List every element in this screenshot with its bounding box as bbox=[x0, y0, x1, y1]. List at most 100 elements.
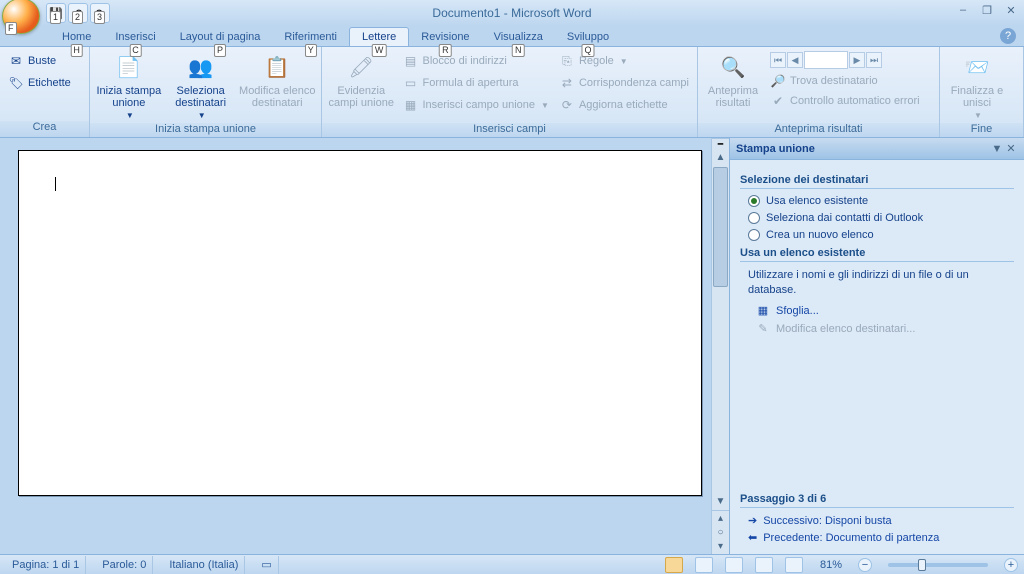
mail-merge-taskpane: Stampa unione ▼ ✕ Selezione dei destinat… bbox=[729, 138, 1024, 554]
scroll-up-button[interactable]: ▲ bbox=[712, 150, 729, 166]
scroll-track[interactable] bbox=[712, 288, 729, 494]
tab-review[interactable]: RevisioneR bbox=[409, 28, 481, 46]
highlight-fields-button[interactable]: 🖍Evidenzia campi unione bbox=[326, 49, 397, 121]
tab-home[interactable]: HomeH bbox=[50, 28, 103, 46]
view-print-layout[interactable] bbox=[665, 557, 683, 573]
keytip: H bbox=[70, 44, 83, 57]
start-mail-merge-button[interactable]: 📄Inizia stampa unione▼ bbox=[94, 49, 164, 121]
tab-mailings[interactable]: LettereW bbox=[349, 27, 409, 46]
find-recipient-button[interactable]: 🔎Trova destinatario bbox=[766, 71, 924, 91]
status-bar: Pagina: 1 di 1 Parole: 0 Italiano (Itali… bbox=[0, 554, 1024, 574]
radio-icon bbox=[748, 229, 760, 241]
browse-object-button[interactable]: ○ bbox=[717, 527, 723, 538]
qat-undo[interactable]: ↶2 bbox=[68, 3, 88, 23]
view-full-screen[interactable] bbox=[695, 557, 713, 573]
radio-outlook-contacts[interactable]: Seleziona dai contatti di Outlook bbox=[748, 212, 1014, 224]
split-box[interactable]: ━ bbox=[712, 138, 729, 150]
minimize-button[interactable]: – bbox=[956, 4, 970, 17]
greeting-line-button[interactable]: ▭Formula di apertura bbox=[399, 73, 553, 93]
text-cursor bbox=[55, 177, 56, 191]
ribbon-tabs: HomeH InserisciC Layout di paginaP Rifer… bbox=[0, 26, 1024, 46]
next-step-link[interactable]: ➔Successivo: Disponi busta bbox=[748, 514, 1014, 527]
status-language[interactable]: Italiano (Italia) bbox=[163, 556, 245, 574]
btn-label: Corrispondenza campi bbox=[579, 77, 689, 89]
taskpane-close-button[interactable]: ✕ bbox=[1004, 142, 1018, 155]
finish-merge-button[interactable]: 📨Finalizza e unisci▼ bbox=[944, 49, 1010, 121]
tab-view[interactable]: VisualizzaN bbox=[482, 28, 555, 46]
status-word-count[interactable]: Parole: 0 bbox=[96, 556, 153, 574]
restore-button[interactable]: ❐ bbox=[980, 4, 994, 17]
tab-label: Layout di pagina bbox=[180, 31, 261, 43]
chevron-down-icon: ▼ bbox=[974, 111, 982, 120]
next-page-button[interactable]: ▾ bbox=[718, 541, 723, 552]
help-button[interactable]: ? bbox=[1000, 28, 1016, 44]
record-number-field[interactable] bbox=[804, 51, 848, 69]
keytip: P bbox=[214, 44, 226, 57]
tab-label: Revisione bbox=[421, 31, 469, 43]
workspace: ━ ▲ ▼ ▴ ○ ▾ Stampa unione ▼ ✕ Selezione … bbox=[0, 138, 1024, 554]
address-block-button[interactable]: ▤Blocco di indirizzi bbox=[399, 51, 553, 71]
label-icon: 🏷 bbox=[8, 75, 24, 91]
preview-results-button[interactable]: 🔍Anteprima risultati bbox=[702, 49, 764, 121]
radio-label: Usa elenco esistente bbox=[766, 195, 868, 207]
status-page[interactable]: Pagina: 1 di 1 bbox=[6, 556, 86, 574]
prev-page-button[interactable]: ▴ bbox=[718, 513, 723, 524]
tab-insert[interactable]: InserisciC bbox=[103, 28, 167, 46]
update-labels-button[interactable]: ⟳Aggiorna etichette bbox=[555, 95, 693, 115]
select-recipients-button[interactable]: 👥Seleziona destinatari▼ bbox=[166, 49, 236, 121]
vertical-scrollbar[interactable]: ━ ▲ ▼ ▴ ○ ▾ bbox=[711, 138, 729, 554]
chevron-down-icon: ▼ bbox=[620, 57, 628, 66]
auto-check-errors-button[interactable]: ✔Controllo automatico errori bbox=[766, 91, 924, 111]
tab-page-layout[interactable]: Layout di paginaP bbox=[168, 28, 273, 46]
field-icon: ▦ bbox=[403, 97, 419, 113]
tab-label: Riferimenti bbox=[284, 31, 337, 43]
zoom-out-button[interactable]: − bbox=[858, 558, 872, 572]
view-draft[interactable] bbox=[785, 557, 803, 573]
match-fields-button[interactable]: ⇄Corrispondenza campi bbox=[555, 73, 693, 93]
group-label-preview: Anteprima risultati bbox=[698, 123, 939, 137]
scroll-thumb[interactable] bbox=[713, 167, 728, 287]
next-record-button[interactable]: ▶ bbox=[849, 52, 865, 68]
taskpane-menu-button[interactable]: ▼ bbox=[990, 143, 1004, 155]
view-web-layout[interactable] bbox=[725, 557, 743, 573]
link-label: Modifica elenco destinatari... bbox=[776, 323, 915, 335]
zoom-slider[interactable] bbox=[888, 563, 988, 567]
qat-redo[interactable]: ↷3 bbox=[90, 3, 110, 23]
envelopes-button[interactable]: ✉Buste bbox=[4, 51, 75, 71]
group-label-insert-fields: Inserisci campi bbox=[322, 123, 697, 137]
edit-recipients-button[interactable]: 📋Modifica elenco destinatari bbox=[238, 49, 317, 121]
zoom-level[interactable]: 81% bbox=[820, 559, 842, 571]
insert-merge-field-button[interactable]: ▦Inserisci campo unione▼ bbox=[399, 95, 553, 115]
tab-developer[interactable]: SviluppoQ bbox=[555, 28, 621, 46]
status-track-changes[interactable]: ▭ bbox=[255, 556, 278, 574]
qat-save[interactable]: 💾1 bbox=[46, 3, 66, 23]
group-label-finish: Fine bbox=[940, 123, 1023, 137]
view-outline[interactable] bbox=[755, 557, 773, 573]
prev-step-link[interactable]: ⬅Precedente: Documento di partenza bbox=[748, 531, 1014, 544]
tab-references[interactable]: RiferimentiY bbox=[272, 28, 349, 46]
scroll-down-button[interactable]: ▼ bbox=[712, 494, 729, 510]
labels-button[interactable]: 🏷Etichette bbox=[4, 73, 75, 93]
btn-label: Trova destinatario bbox=[790, 75, 878, 87]
prev-record-button[interactable]: ◀ bbox=[787, 52, 803, 68]
finish-icon: 📨 bbox=[961, 51, 993, 83]
first-record-button[interactable]: ⏮ bbox=[770, 52, 786, 68]
update-icon: ⟳ bbox=[559, 97, 575, 113]
rules-button[interactable]: ⎘Regole▼ bbox=[555, 51, 693, 71]
radio-new-list[interactable]: Crea un nuovo elenco bbox=[748, 229, 1014, 241]
document-page[interactable] bbox=[18, 150, 702, 496]
browse-link[interactable]: ▦Sfoglia... bbox=[756, 304, 1014, 318]
zoom-in-button[interactable]: + bbox=[1004, 558, 1018, 572]
btn-label: Blocco di indirizzi bbox=[423, 55, 507, 67]
keytip: R bbox=[439, 44, 452, 57]
keytip: 3 bbox=[94, 11, 105, 24]
close-button[interactable]: ✕ bbox=[1004, 4, 1018, 17]
insert-mode-icon: ▭ bbox=[261, 558, 271, 571]
radio-use-existing-list[interactable]: Usa elenco esistente bbox=[748, 195, 1014, 207]
zoom-thumb[interactable] bbox=[918, 559, 926, 571]
group-label-start: Inizia stampa unione bbox=[90, 123, 321, 137]
edit-list-icon: 📋 bbox=[261, 51, 293, 83]
document-area[interactable] bbox=[0, 138, 711, 554]
chevron-down-icon: ▼ bbox=[126, 111, 134, 120]
last-record-button[interactable]: ⏭ bbox=[866, 52, 882, 68]
